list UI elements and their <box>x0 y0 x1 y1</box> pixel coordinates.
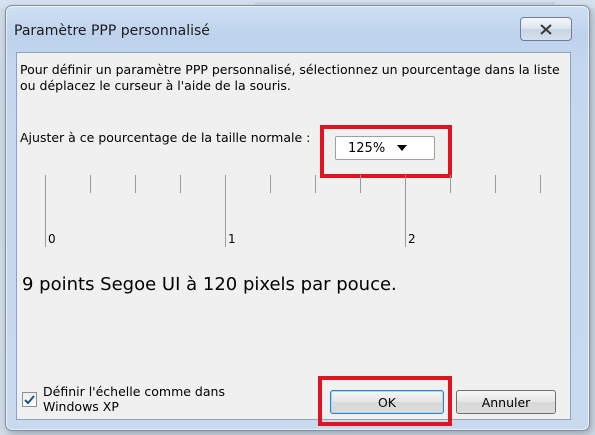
scale-dropdown-value: 125% <box>348 140 386 156</box>
ruler-label: 1 <box>228 232 236 246</box>
ruler-minor-tick <box>495 175 496 193</box>
cancel-button[interactable]: Annuler <box>456 390 556 414</box>
close-x-icon <box>540 23 552 35</box>
ruler-major-tick <box>225 175 226 247</box>
xp-scaling-checkbox[interactable] <box>22 392 37 407</box>
ruler-label: 2 <box>408 232 416 246</box>
ruler-minor-tick <box>135 175 136 193</box>
ruler-minor-tick <box>180 175 181 193</box>
ruler-minor-tick <box>315 175 316 193</box>
ruler-major-tick <box>405 175 406 247</box>
close-button[interactable] <box>520 17 572 41</box>
intro-text: Pour définir un paramètre PPP personnali… <box>20 62 560 93</box>
xp-scaling-option[interactable]: Définir l'échelle comme dans Windows XP <box>22 384 273 414</box>
scale-dropdown[interactable]: 125% <box>335 136 435 160</box>
xp-scaling-label: Définir l'échelle comme dans Windows XP <box>43 384 225 414</box>
ruler-label: 0 <box>48 232 56 246</box>
ruler-minor-tick <box>540 175 541 193</box>
dialog-title: Paramètre PPP personnalisé <box>14 23 210 39</box>
ok-button[interactable]: OK <box>330 390 444 414</box>
ruler-minor-tick <box>270 175 271 193</box>
sample-font-text: 9 points Segoe UI à 120 pixels par pouce… <box>22 274 397 295</box>
ruler-minor-tick <box>360 175 361 193</box>
scale-ruler[interactable]: 0 1 2 <box>44 175 554 255</box>
adjust-label: Ajuster à ce pourcentage de la taille no… <box>20 130 311 145</box>
chevron-down-icon <box>397 145 408 151</box>
ruler-major-tick <box>45 175 46 247</box>
checkmark-icon <box>24 394 35 404</box>
ruler-minor-tick <box>450 175 451 193</box>
ruler-minor-tick <box>90 175 91 193</box>
